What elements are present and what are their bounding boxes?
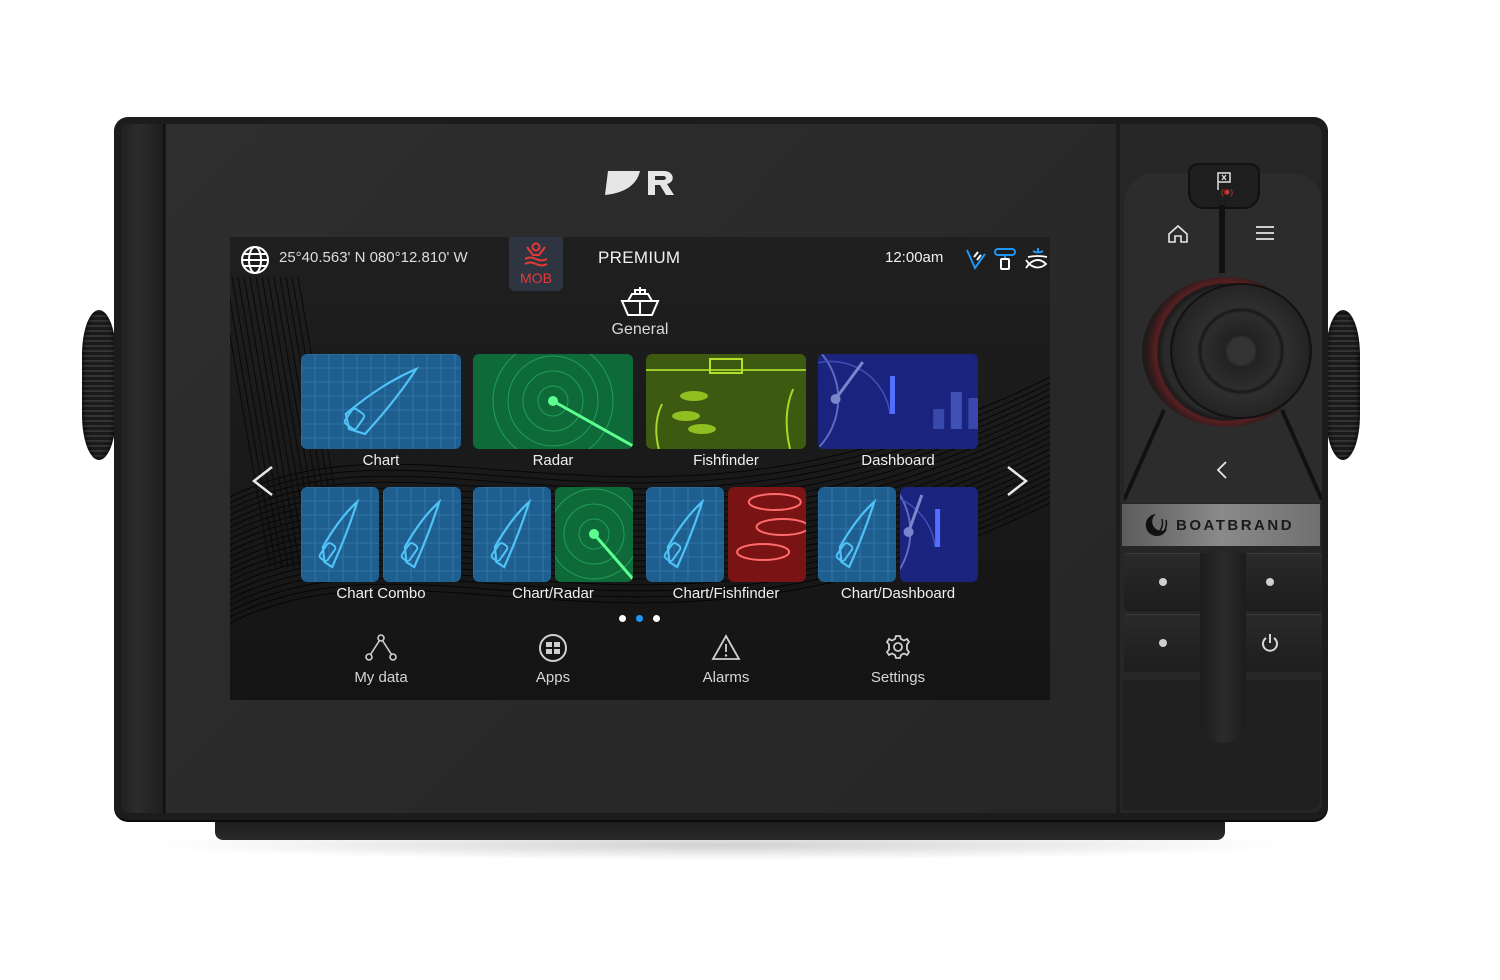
page-dot-3[interactable] [653, 615, 660, 622]
nav-settings[interactable]: Settings [838, 633, 958, 686]
waypoint-mob-button[interactable]: (✱) [1188, 163, 1260, 209]
app-tile-label: Dashboard [861, 452, 935, 469]
autopilot-icon[interactable] [965, 247, 987, 271]
brand-name: BOATBRAND [1176, 517, 1295, 534]
radar-thumbnail [555, 487, 633, 582]
home-icon [1168, 224, 1188, 243]
back-chevron-icon [1216, 461, 1227, 479]
fishfinder-thumbnail [646, 354, 806, 449]
button-dot-icon [1266, 578, 1274, 586]
fish-sonar-icon[interactable] [1025, 247, 1050, 271]
nav-my-data[interactable]: My data [321, 633, 441, 686]
keypad-center-ridge [1200, 553, 1246, 743]
app-tile-radar[interactable] [473, 354, 633, 449]
power-button[interactable] [1244, 614, 1322, 672]
waypoints-icon [365, 634, 397, 661]
app-tile-label: Chart [362, 452, 400, 469]
keypad-divider [1219, 205, 1225, 273]
power-icon [1262, 634, 1278, 652]
back-button[interactable] [1200, 450, 1244, 490]
chart-thumbnail [646, 487, 724, 582]
hamburger-menu-icon [1256, 226, 1274, 240]
app-tile-label: Chart/Fishfinder [672, 585, 780, 602]
profile-label: General [611, 321, 669, 338]
clock: 12:00am [885, 249, 944, 266]
touch-screen: 25°40.563' N 080°12.810' W MOB PREMIUM 1… [230, 237, 1050, 700]
chart-thumbnail [818, 487, 896, 582]
app-tile-label: Radar [532, 452, 574, 469]
app-tile-chart-combo[interactable] [301, 487, 461, 582]
home-button[interactable] [1148, 208, 1208, 258]
app-tile-label: Chart/Radar [512, 585, 594, 602]
nav-apps[interactable]: Apps [493, 633, 613, 686]
page-dot-2-active[interactable] [636, 615, 643, 622]
chart-thumbnail [473, 487, 551, 582]
mob-label: MOB [520, 270, 552, 286]
menu-button[interactable] [1236, 208, 1296, 258]
app-tile-fishfinder[interactable] [646, 354, 806, 449]
gps-position[interactable]: 25°40.563' N 080°12.810' W [279, 249, 468, 266]
transducer-icon[interactable] [993, 247, 1017, 271]
next-page-arrow[interactable] [1002, 461, 1032, 501]
nav-label: My data [354, 669, 408, 686]
mode-label: PREMIUM [598, 248, 681, 267]
chart-thumbnail [383, 487, 461, 582]
svg-text:(✱): (✱) [1221, 188, 1233, 197]
mounting-knob-right[interactable] [1326, 310, 1360, 460]
waypoint-flag-icon: (✱) [1217, 172, 1233, 197]
nav-label: Settings [870, 669, 926, 686]
fishfinder-thumbnail [728, 487, 806, 582]
gear-icon [885, 635, 911, 659]
user-button-3[interactable] [1124, 614, 1202, 672]
apps-grid-icon [539, 634, 567, 662]
app-tile-label: Fishfinder [693, 452, 759, 469]
radar-thumbnail [473, 354, 633, 449]
uni-controller-joystick[interactable] [1172, 285, 1310, 417]
app-tile-label: Chart/Dashboard [840, 585, 956, 602]
bezel-left-grip [121, 124, 165, 813]
nav-label: Apps [535, 669, 571, 686]
button-dot-icon [1159, 639, 1167, 647]
dashboard-thumbnail [818, 354, 978, 449]
app-tile-chart-radar[interactable] [473, 487, 633, 582]
boatbrand-logo-icon [1145, 514, 1168, 536]
mob-button[interactable]: MOB [509, 237, 563, 291]
nav-alarms[interactable]: Alarms [666, 633, 786, 686]
nav-label: Alarms [702, 669, 750, 686]
chart-thumbnail [301, 354, 461, 449]
user-button-1[interactable] [1124, 553, 1202, 611]
mounting-knob-left[interactable] [82, 310, 116, 460]
globe-icon[interactable] [240, 245, 270, 275]
previous-page-arrow[interactable] [248, 461, 278, 501]
dashboard-thumbnail [900, 487, 978, 582]
user-button-2[interactable] [1244, 553, 1322, 611]
app-tile-chart[interactable] [301, 354, 461, 449]
warning-icon [711, 634, 741, 660]
manufacturer-logo [605, 171, 674, 195]
app-tile-label: Chart Combo [336, 585, 426, 602]
chart-thumbnail [301, 487, 379, 582]
boat-icon[interactable] [618, 283, 662, 319]
page-dot-1[interactable] [619, 615, 626, 622]
device-stand [215, 818, 1225, 840]
app-tile-dashboard[interactable] [818, 354, 978, 449]
man-overboard-icon [524, 242, 548, 267]
app-tile-chart-dashboard[interactable] [818, 487, 978, 582]
app-tile-chart-fishfinder[interactable] [646, 487, 806, 582]
button-dot-icon [1159, 578, 1167, 586]
